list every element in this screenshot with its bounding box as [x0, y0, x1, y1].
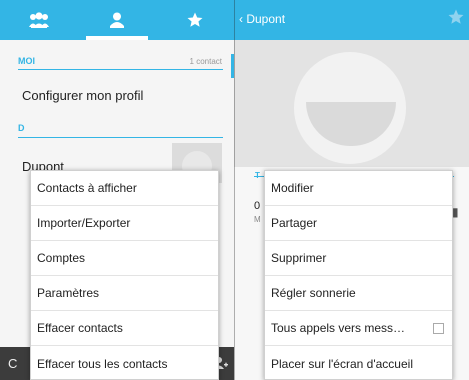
panel-divider [234, 0, 235, 380]
search-icon[interactable]: C [8, 356, 17, 371]
menu-item-edit[interactable]: Modifier [265, 171, 452, 206]
star-icon [187, 12, 203, 27]
selected-tab-indicator [86, 36, 148, 40]
phone-type-label: M [254, 215, 261, 224]
favorite-star-icon[interactable] [447, 8, 465, 31]
menu-item-settings[interactable]: Paramètres [31, 276, 218, 311]
contacts-list-screen: MOI 1 contact Configurer mon profil D Du… [0, 0, 234, 380]
menu-item-accounts[interactable]: Comptes [31, 241, 218, 276]
section-divider [18, 137, 223, 138]
detail-action-bar: ‹ Dupont [234, 0, 469, 40]
contact-count: 1 contact [189, 57, 222, 66]
tab-groups[interactable] [0, 0, 78, 40]
contacts-tab-bar [0, 0, 234, 40]
person-icon [110, 12, 124, 28]
menu-item-share[interactable]: Partager [265, 206, 452, 241]
menu-item-all-calls-to-voicemail[interactable]: Tous appels vers mess… [265, 311, 452, 346]
menu-item-delete-contacts[interactable]: Effacer contacts [31, 311, 218, 346]
menu-item-delete[interactable]: Supprimer [265, 241, 452, 276]
menu-item-set-ringtone[interactable]: Régler sonnerie [265, 276, 452, 311]
menu-item-delete-all-contacts[interactable]: Effacer tous les contacts [31, 346, 218, 380]
groups-icon [29, 12, 49, 28]
section-header-letter: D [18, 123, 25, 133]
menu-item-add-to-home-screen[interactable]: Placer sur l'écran d'accueil [265, 346, 452, 380]
tab-all-contacts[interactable] [78, 0, 156, 40]
contact-detail-screen: ‹ Dupont T 0 M ▮ Modifier Partager Suppr… [234, 0, 469, 380]
configure-profile-item[interactable]: Configurer mon profil [22, 88, 143, 103]
overflow-menu: Contacts à afficher Importer/Exporter Co… [30, 170, 219, 380]
voicemail-checkbox[interactable] [433, 323, 444, 334]
menu-item-contacts-to-display[interactable]: Contacts à afficher [31, 171, 218, 206]
phone-number[interactable]: 0 [254, 200, 260, 212]
menu-item-import-export[interactable]: Importer/Exporter [31, 206, 218, 241]
back-button[interactable]: ‹ Dupont [239, 12, 285, 26]
contact-photo [234, 40, 469, 167]
section-divider [18, 69, 223, 70]
contact-context-menu: Modifier Partager Supprimer Régler sonne… [264, 170, 453, 380]
menu-item-label: Tous appels vers mess… [271, 321, 406, 335]
tab-favorites[interactable] [156, 0, 234, 40]
